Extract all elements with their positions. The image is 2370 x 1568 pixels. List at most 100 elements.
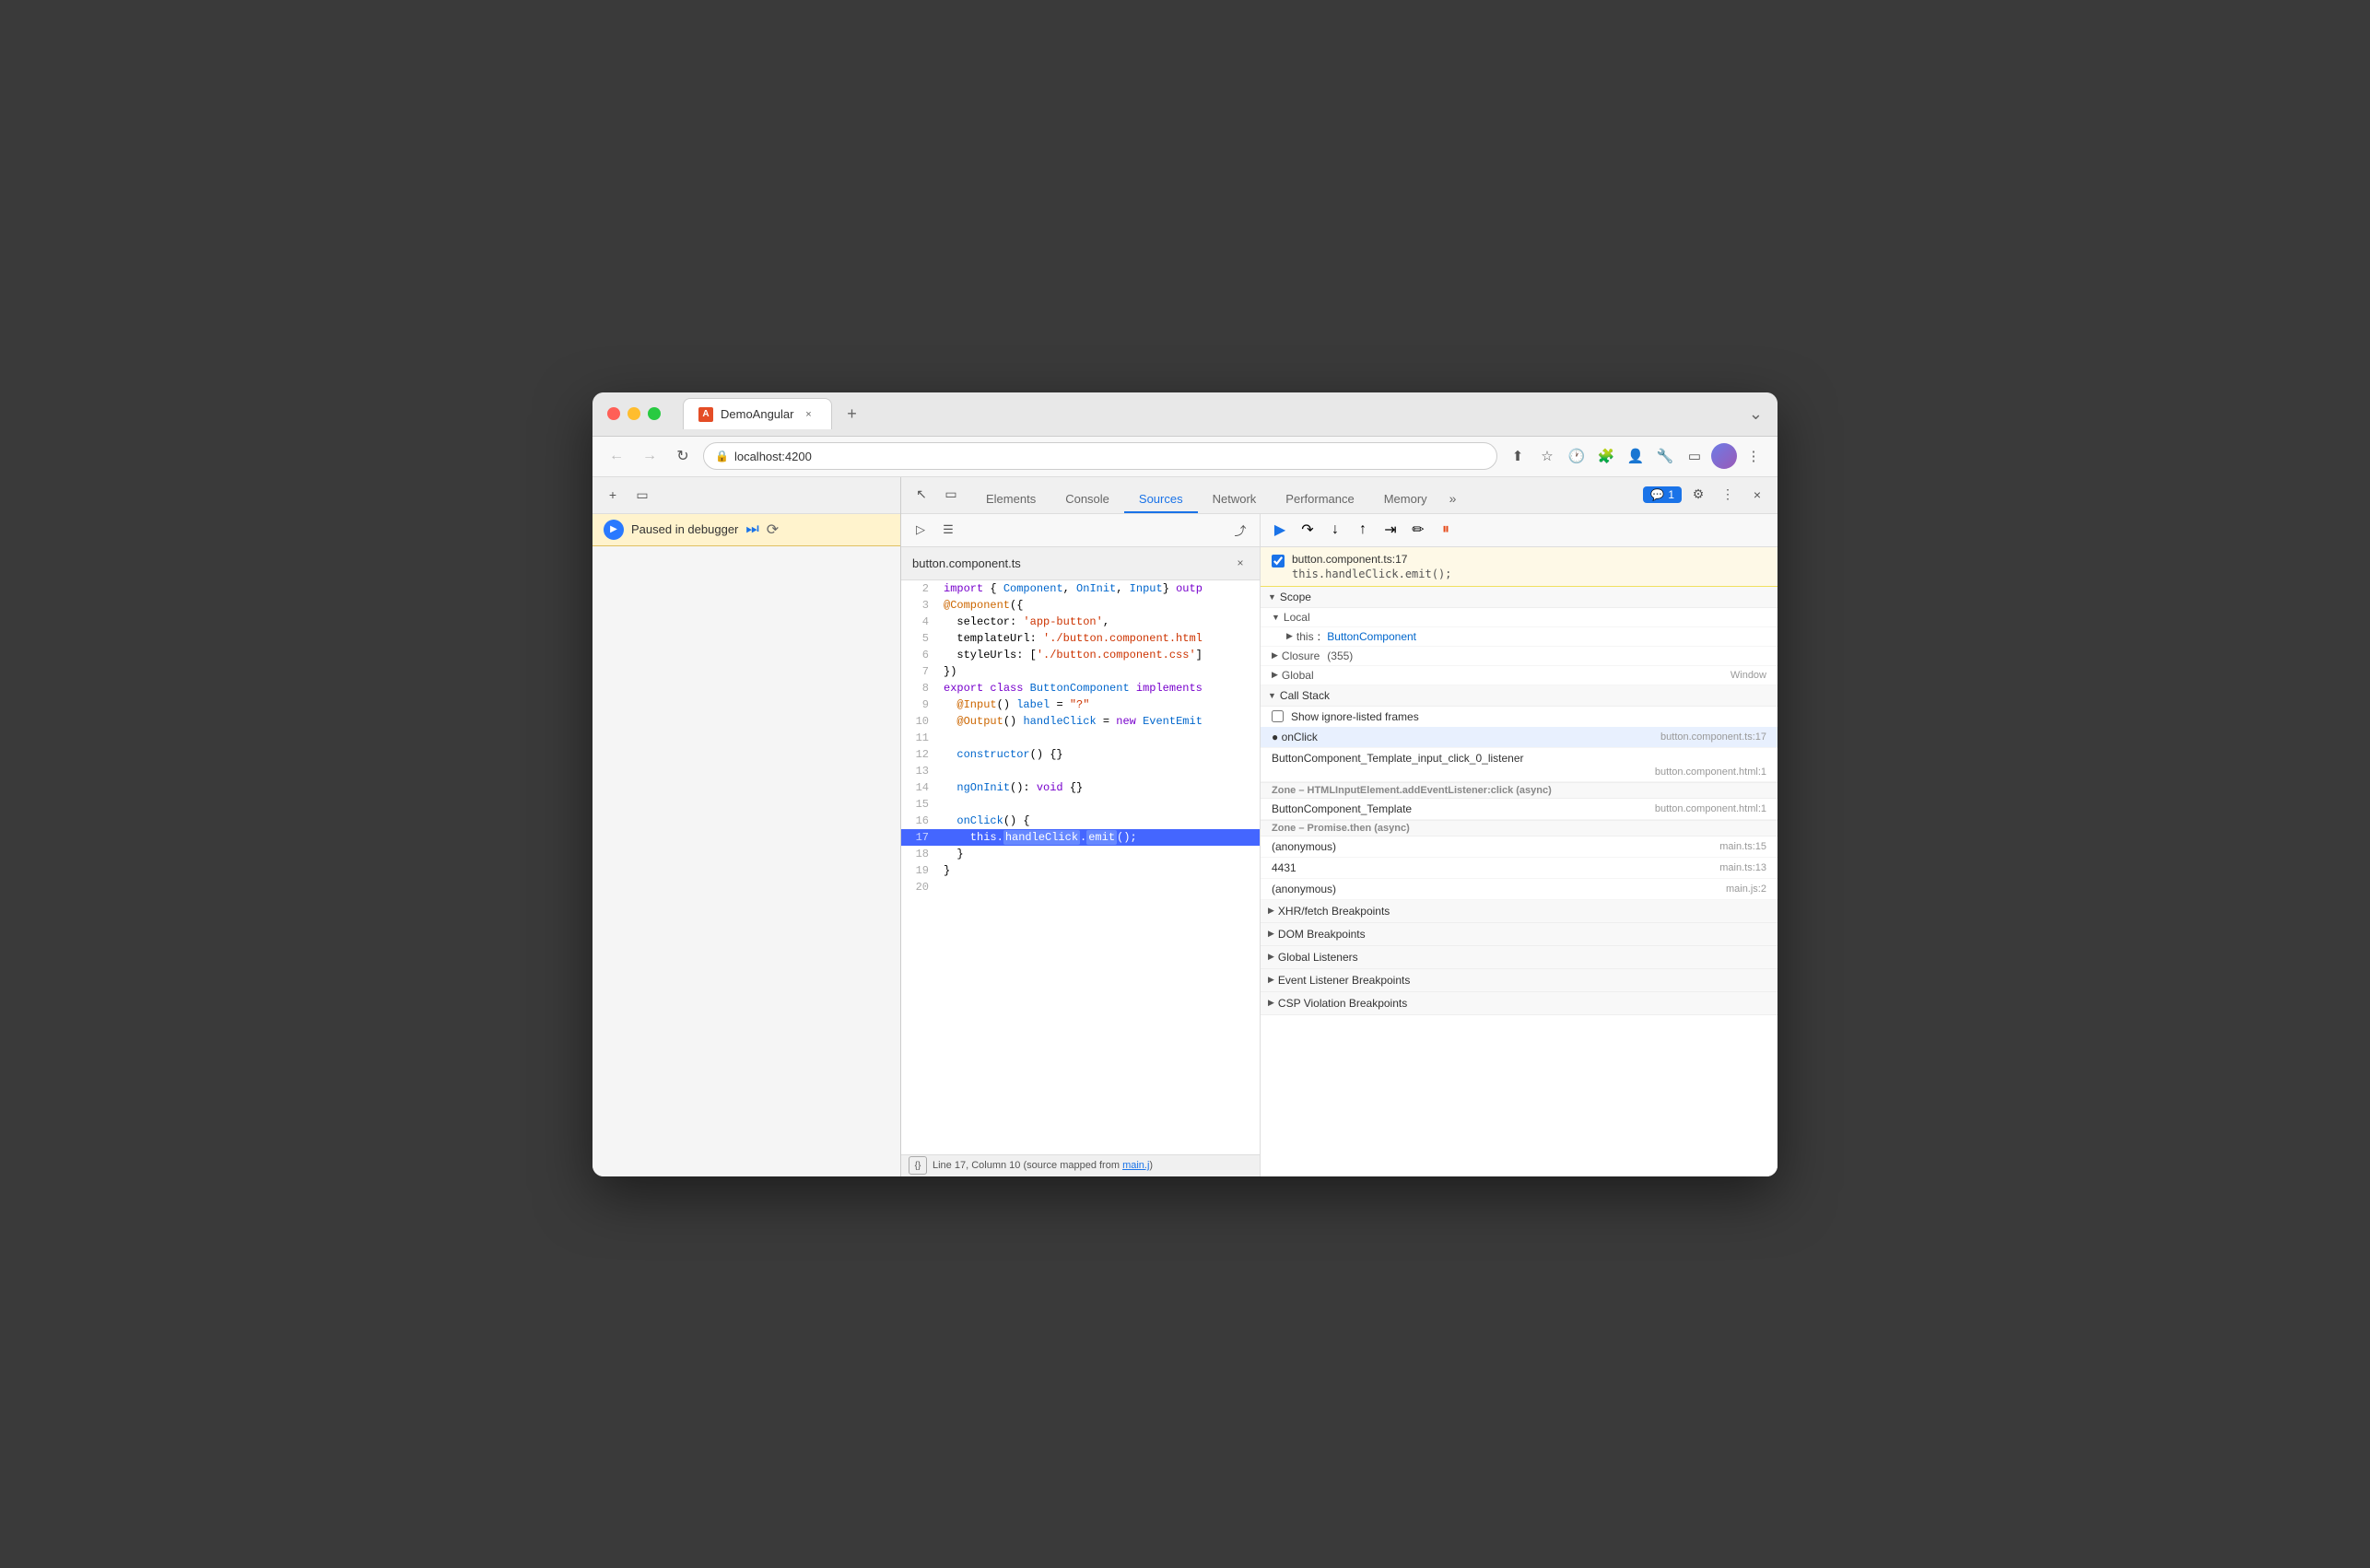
tab-sources[interactable]: Sources	[1124, 486, 1198, 513]
step-over2-icon[interactable]: ⟳	[767, 521, 779, 539]
notification-count: 1	[1668, 488, 1674, 501]
deactivate-breakpoints-button[interactable]: ✏	[1406, 518, 1430, 542]
tab-close-button[interactable]: ×	[802, 407, 816, 422]
tab-memory[interactable]: Memory	[1369, 486, 1442, 513]
csp-violation-section: ▶ CSP Violation Breakpoints	[1261, 992, 1778, 1015]
file-tree-button[interactable]: ☰	[936, 518, 960, 542]
close-window-button[interactable]	[607, 407, 620, 420]
frame-anon2-location: main.js:2	[1726, 883, 1766, 895]
bookmark-button[interactable]: ☆	[1534, 443, 1560, 469]
show-ignored-checkbox[interactable]	[1272, 710, 1284, 722]
closure-section-row[interactable]: ▶ Closure (355)	[1261, 647, 1778, 666]
back-button[interactable]: ←	[604, 443, 629, 469]
breakpoint-code: this.handleClick.emit();	[1292, 568, 1451, 580]
this-row[interactable]: ▶ this : ButtonComponent	[1261, 627, 1778, 647]
global-title: Global	[1282, 669, 1314, 682]
dom-breakpoints-header[interactable]: ▶ DOM Breakpoints	[1261, 923, 1778, 945]
share-button[interactable]: ⬆	[1505, 443, 1531, 469]
sources-toolbar: ▷ ☰ ⤴	[901, 514, 1260, 547]
frame-anon1-location: main.ts:15	[1719, 841, 1766, 852]
pause-exceptions-button[interactable]: ⏸	[1434, 518, 1458, 542]
xhr-breakpoints-label: XHR/fetch Breakpoints	[1278, 905, 1390, 918]
open-file-button[interactable]: ▷	[909, 518, 933, 542]
minimize-window-button[interactable]	[628, 407, 640, 420]
call-stack-frame-4431[interactable]: 4431 main.ts:13	[1261, 858, 1778, 879]
call-stack-frame-onclick[interactable]: ● onClick button.component.ts:17	[1261, 727, 1778, 748]
file-tab[interactable]: button.component.ts ×	[901, 547, 1260, 580]
xhr-breakpoints-header[interactable]: ▶ XHR/fetch Breakpoints	[1261, 900, 1778, 922]
nav-icons-right: ⬆ ☆ 🕐 🧩 👤 🔧 ▭ ⋮	[1505, 443, 1766, 469]
sidebar-button[interactable]: ▭	[1682, 443, 1707, 469]
settings-button[interactable]: ⚙	[1685, 482, 1711, 508]
frame-template-name: ButtonComponent_Template_input_click_0_l…	[1272, 752, 1524, 765]
extensions-button[interactable]: 🧩	[1593, 443, 1619, 469]
extensions2-button[interactable]: 🔧	[1652, 443, 1678, 469]
address-bar[interactable]: 🔒 localhost:4200	[703, 442, 1497, 470]
history-button[interactable]: 🕐	[1564, 443, 1590, 469]
frame-template2-location: button.component.html:1	[1655, 803, 1766, 814]
step-over-icon[interactable]: ⏭	[745, 521, 758, 538]
call-stack-frame-anon1[interactable]: (anonymous) main.ts:15	[1261, 837, 1778, 858]
add-panel-button[interactable]: +	[600, 482, 626, 508]
traffic-lights	[607, 407, 661, 420]
local-section-row[interactable]: ▼ Local	[1261, 608, 1778, 627]
format-button[interactable]: {}	[909, 1156, 927, 1175]
breakpoint-checkbox[interactable]	[1272, 555, 1285, 568]
code-line-7: 7 })	[901, 663, 1260, 680]
paused-text: Paused in debugger	[631, 522, 738, 536]
more-button[interactable]: ⋮	[1741, 443, 1766, 469]
call-stack-frame-anon2[interactable]: (anonymous) main.js:2	[1261, 879, 1778, 900]
resume-execution-button[interactable]: ▶	[1268, 518, 1292, 542]
global-listeners-header[interactable]: ▶ Global Listeners	[1261, 946, 1778, 968]
device-toggle-button[interactable]: ▭	[629, 482, 655, 508]
profile-button[interactable]: 👤	[1623, 443, 1648, 469]
step-button[interactable]: ⇥	[1379, 518, 1402, 542]
close-devtools-button[interactable]: ×	[1744, 482, 1770, 508]
tab-elements[interactable]: Elements	[971, 486, 1050, 513]
code-line-8: 8 export class ButtonComponent implement…	[901, 680, 1260, 696]
csp-violation-header[interactable]: ▶ CSP Violation Breakpoints	[1261, 992, 1778, 1014]
nav-bar: ← → ↻ 🔒 localhost:4200 ⬆ ☆ 🕐 🧩 👤 🔧 ▭ ⋮	[592, 437, 1778, 477]
tab-console[interactable]: Console	[1050, 486, 1124, 513]
call-stack-frame-template[interactable]: ButtonComponent_Template_input_click_0_l…	[1261, 748, 1778, 782]
more-devtools-button[interactable]: ⋮	[1715, 482, 1741, 508]
global-section-row[interactable]: ▶ Global Window	[1261, 666, 1778, 685]
frame-anon2-name: (anonymous)	[1272, 883, 1336, 895]
event-listener-breakpoints-header[interactable]: ▶ Event Listener Breakpoints	[1261, 969, 1778, 991]
device-tool-button[interactable]: ▭	[938, 482, 964, 508]
tab-network[interactable]: Network	[1198, 486, 1272, 513]
breakpoint-header: button.component.ts:17 this.handleClick.…	[1261, 547, 1778, 587]
forward-button[interactable]: →	[637, 443, 663, 469]
navigate-button[interactable]: ⤴	[1228, 518, 1252, 542]
dom-breakpoints-section: ▶ DOM Breakpoints	[1261, 923, 1778, 946]
close-file-tab-button[interactable]: ×	[1232, 555, 1249, 571]
code-line-10: 10 @Output() handleClick = new EventEmit	[901, 713, 1260, 730]
frame-onclick-name: ● onClick	[1272, 731, 1318, 743]
reload-button[interactable]: ↻	[670, 443, 696, 469]
scope-section-header[interactable]: ▼ Scope	[1261, 587, 1778, 608]
more-tabs-button[interactable]: »	[1442, 486, 1464, 513]
resume-button[interactable]: ▶	[604, 520, 624, 540]
call-stack-section-header[interactable]: ▼ Call Stack	[1261, 685, 1778, 707]
step-into-button[interactable]: ↓	[1323, 518, 1347, 542]
step-out-button[interactable]: ↑	[1351, 518, 1375, 542]
cursor-tool-button[interactable]: ↖	[909, 482, 934, 508]
source-map-link[interactable]: main.j	[1122, 1160, 1149, 1171]
devtools-right-controls: 💬 1 ⚙ ⋮ ×	[1643, 482, 1770, 513]
step-over-button[interactable]: ↷	[1296, 518, 1320, 542]
maximize-window-button[interactable]	[648, 407, 661, 420]
profile-avatar[interactable]	[1711, 443, 1737, 469]
closure-count: (355)	[1327, 649, 1353, 662]
window-chevron[interactable]: ⌄	[1749, 404, 1763, 424]
tab-performance[interactable]: Performance	[1271, 486, 1368, 513]
lock-icon: 🔒	[715, 450, 729, 462]
code-editor[interactable]: 2 import { Component, OnInit, Input} out…	[901, 580, 1260, 1154]
zone-separator-1: Zone – HTMLInputElement.addEventListener…	[1261, 782, 1778, 799]
new-tab-button[interactable]: +	[839, 401, 865, 427]
active-tab[interactable]: A DemoAngular ×	[683, 398, 832, 429]
page-toolbar: + ▭	[592, 477, 900, 514]
xhr-triangle: ▶	[1268, 906, 1274, 916]
notification-button[interactable]: 💬 1	[1643, 486, 1682, 503]
call-stack-frame-template2[interactable]: ButtonComponent_Template button.componen…	[1261, 799, 1778, 820]
tab-favicon: A	[698, 407, 713, 422]
